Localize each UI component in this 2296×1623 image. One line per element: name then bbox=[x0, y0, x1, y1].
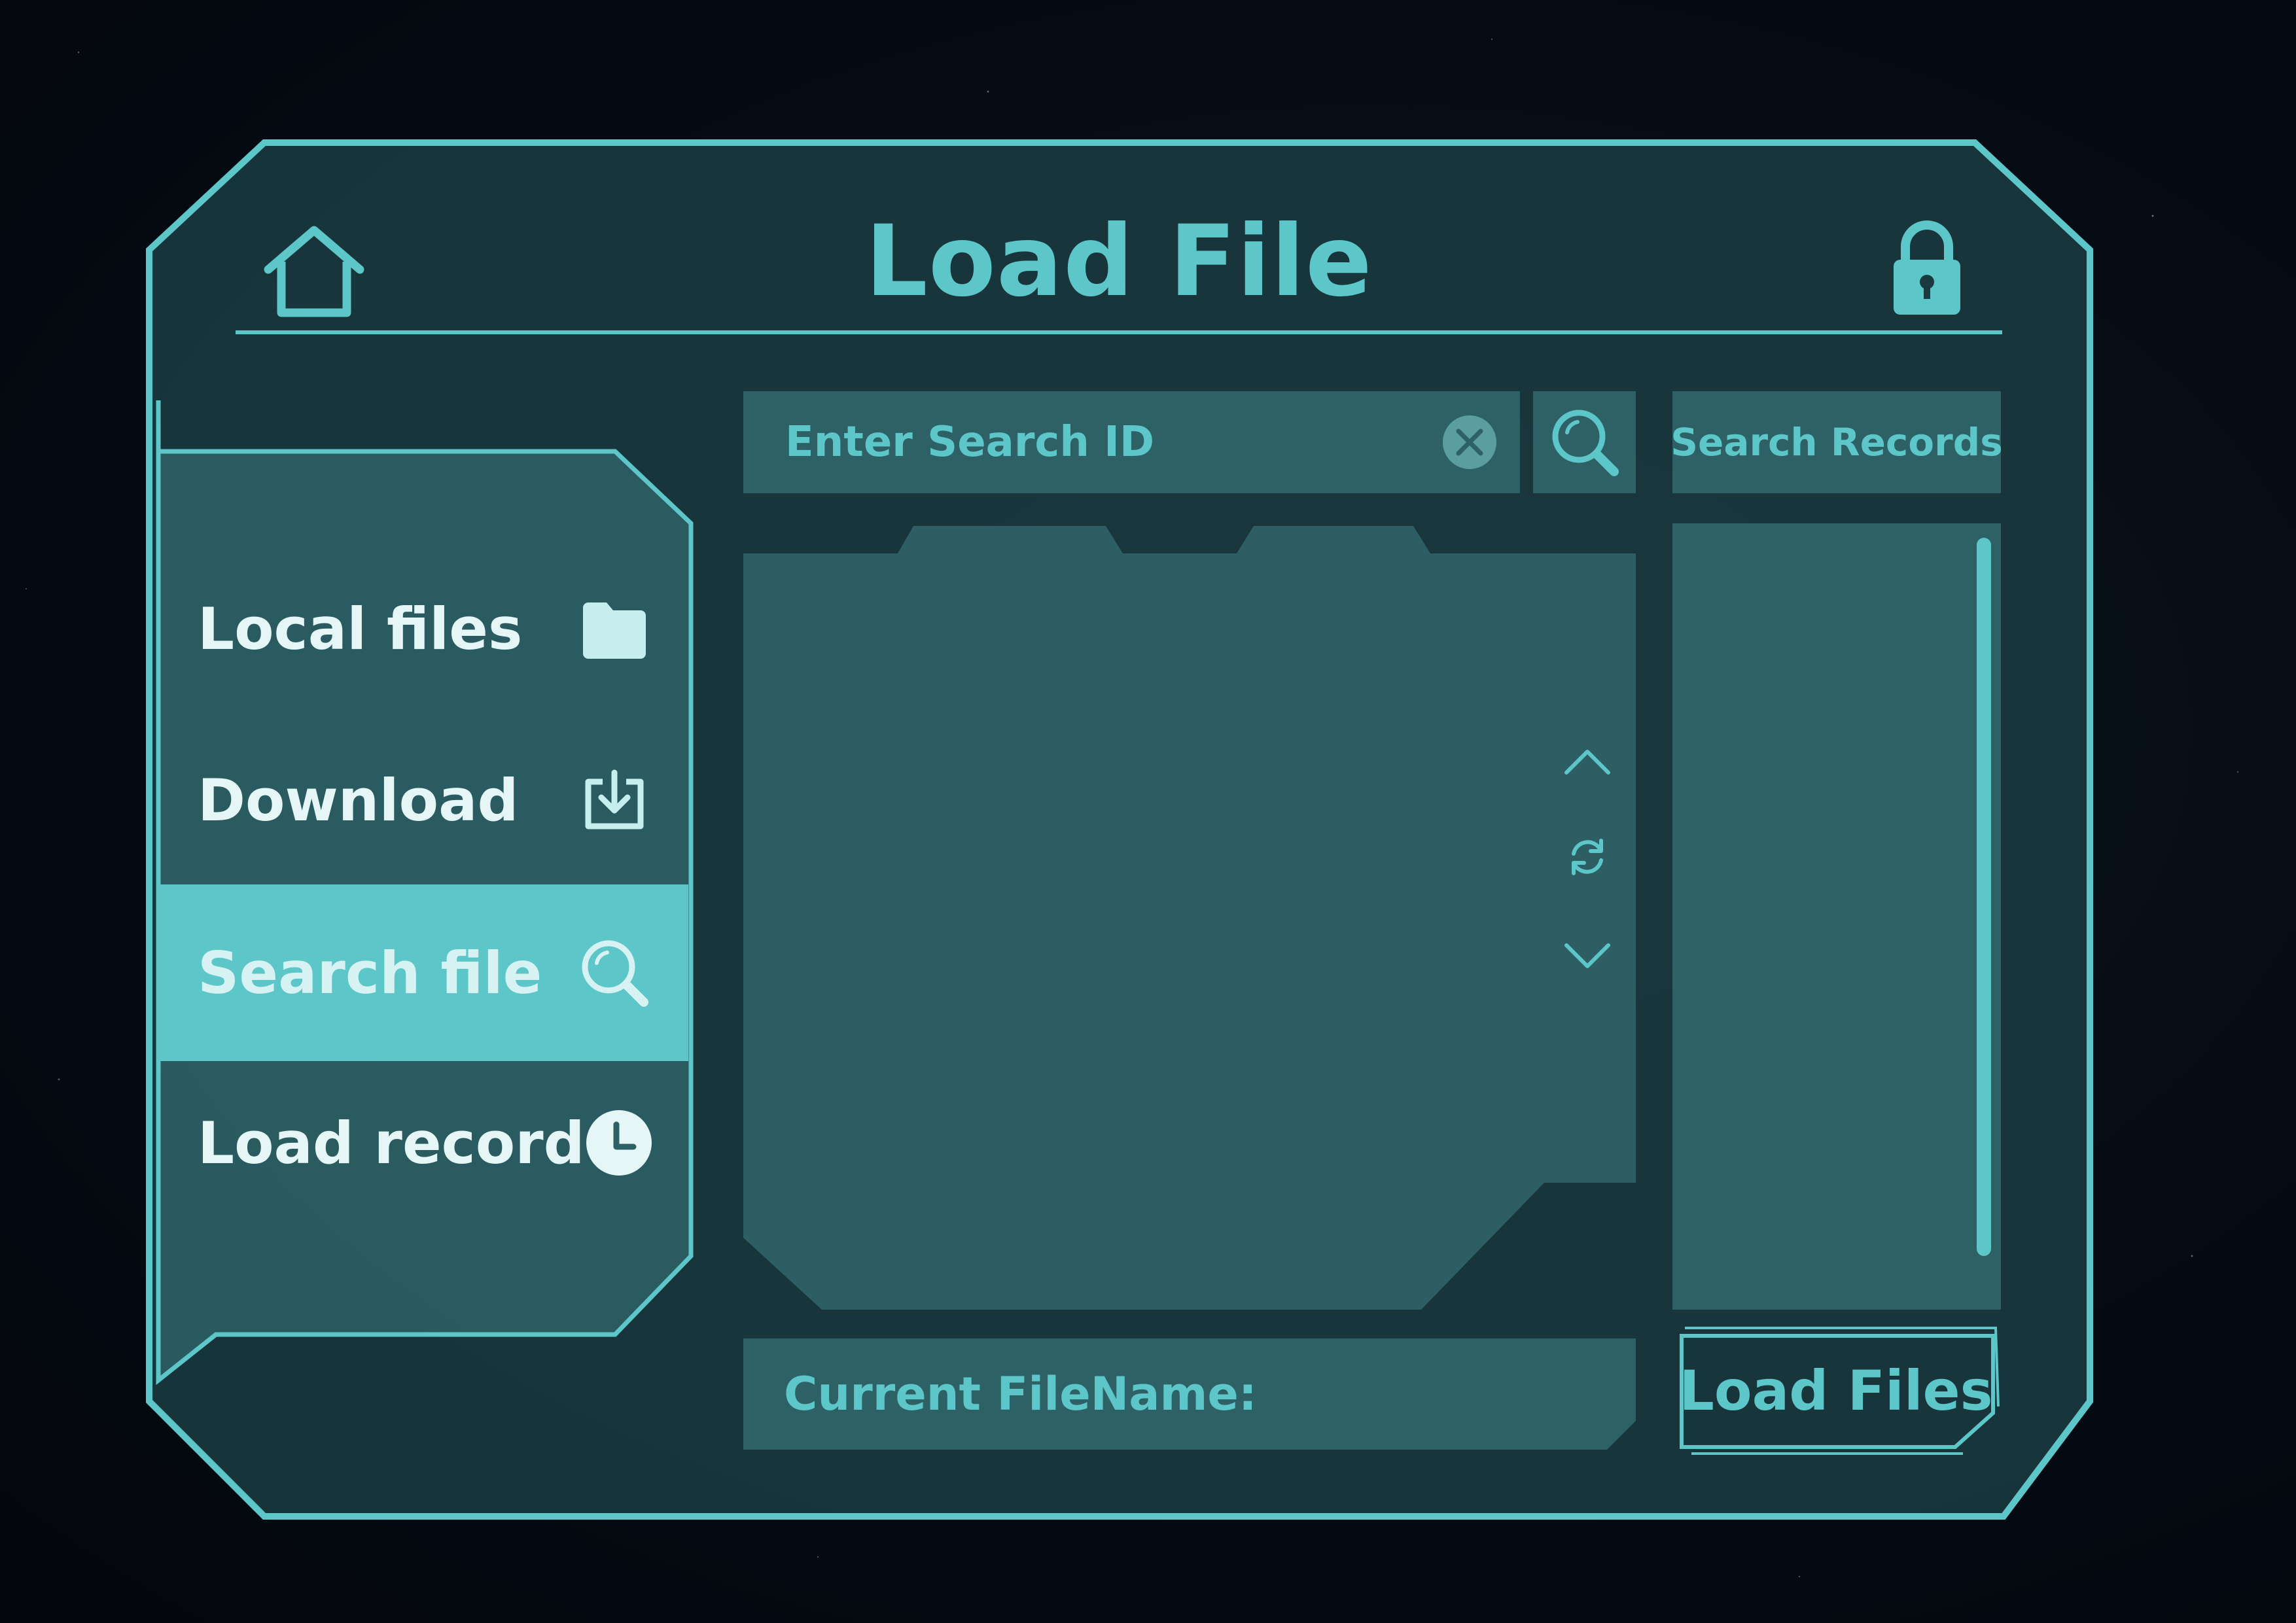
download-icon bbox=[578, 764, 650, 836]
sidebar-item-search-file[interactable]: Search file bbox=[160, 884, 688, 1061]
sidebar-item-download[interactable]: Download bbox=[160, 718, 688, 882]
search-records-button[interactable]: Search Records bbox=[1670, 391, 2003, 493]
current-filename-bar: Current FileName: bbox=[743, 1338, 1636, 1450]
clear-search-button[interactable] bbox=[1443, 415, 1496, 469]
close-icon bbox=[1456, 428, 1483, 456]
sidebar-item-label: Download bbox=[198, 766, 519, 834]
chevron-up-icon bbox=[1564, 750, 1610, 775]
clock-icon bbox=[585, 1107, 653, 1179]
sidebar-item-load-record[interactable]: Load record bbox=[160, 1061, 688, 1225]
refresh-icon bbox=[1572, 839, 1603, 875]
load-files-button[interactable]: Load Files bbox=[1676, 1329, 1996, 1452]
records-scrollbar[interactable] bbox=[1977, 538, 1991, 1256]
search-icon bbox=[1552, 410, 1619, 476]
page-title: Load File bbox=[865, 205, 1373, 319]
sidebar-item-label: Load record bbox=[198, 1109, 585, 1177]
sidebar-item-label: Local files bbox=[198, 595, 523, 663]
home-icon bbox=[264, 226, 364, 317]
sidebar-item-local-files[interactable]: Local files bbox=[160, 547, 688, 710]
lock-indicator bbox=[1884, 213, 1969, 324]
search-id-field[interactable] bbox=[743, 391, 1520, 493]
search-icon bbox=[578, 937, 650, 1009]
scroll-up-button[interactable] bbox=[1556, 730, 1619, 793]
current-filename-label: Current FileName: bbox=[784, 1367, 1257, 1421]
folder-icon bbox=[578, 593, 650, 665]
records-list[interactable] bbox=[1672, 523, 2001, 1310]
refresh-button[interactable] bbox=[1556, 826, 1619, 888]
home-button[interactable] bbox=[255, 216, 373, 327]
sidebar-item-label: Search file bbox=[198, 939, 542, 1007]
chevron-down-icon bbox=[1564, 943, 1610, 968]
file-viewer[interactable] bbox=[746, 556, 1531, 1302]
search-id-input[interactable] bbox=[784, 417, 1443, 467]
search-button[interactable] bbox=[1533, 391, 1636, 493]
scroll-down-button[interactable] bbox=[1556, 925, 1619, 988]
lock-icon bbox=[1894, 220, 1960, 315]
